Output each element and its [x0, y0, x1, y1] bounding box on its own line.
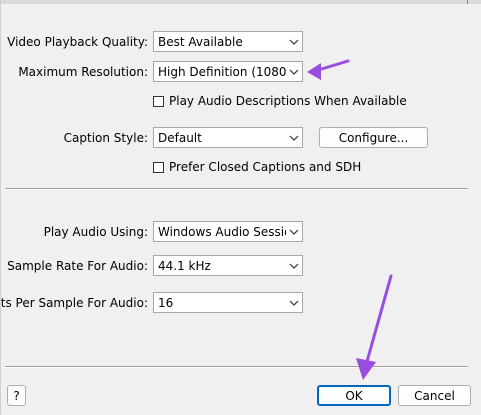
play-audio-using-value: Windows Audio Session — [158, 224, 286, 239]
chevron-down-icon — [286, 256, 302, 275]
video-quality-value: Best Available — [158, 34, 243, 49]
max-resolution-label: Maximum Resolution: — [18, 65, 148, 79]
checkbox-box[interactable] — [153, 95, 164, 107]
configure-button[interactable]: Configure... — [319, 127, 428, 148]
closed-captions-sdh-checkbox[interactable]: Prefer Closed Captions and SDH — [153, 160, 361, 174]
sample-rate-value: 44.1 kHz — [158, 258, 211, 273]
audio-descriptions-checkbox[interactable]: Play Audio Descriptions When Available — [153, 94, 407, 108]
caption-style-value: Default — [158, 130, 202, 145]
closed-captions-sdh-label: Prefer Closed Captions and SDH — [169, 160, 362, 174]
footer-divider — [5, 366, 468, 368]
video-quality-label: Video Playback Quality: — [7, 35, 148, 49]
bits-per-sample-select[interactable]: 16 — [153, 292, 303, 313]
playback-preferences-dialog: Video Playback Quality: Best Available M… — [0, 0, 481, 415]
window-top-edge — [1, 0, 481, 4]
chevron-down-icon — [286, 32, 302, 51]
help-button[interactable]: ? — [7, 385, 26, 406]
play-audio-using-label: Play Audio Using: — [43, 225, 148, 239]
video-quality-select[interactable]: Best Available — [153, 31, 303, 52]
bits-per-sample-value: 16 — [158, 295, 174, 310]
sample-rate-select[interactable]: 44.1 kHz — [153, 255, 303, 276]
checkbox-box[interactable] — [153, 161, 164, 173]
max-resolution-select[interactable]: High Definition (1080p) — [153, 61, 303, 82]
sample-rate-label: Sample Rate For Audio: — [7, 259, 148, 273]
section-divider — [5, 188, 468, 190]
chevron-down-icon — [286, 62, 302, 81]
caption-style-label: Caption Style: — [63, 131, 148, 145]
bits-per-sample-label: Bits Per Sample For Audio: — [0, 296, 148, 310]
play-audio-using-select[interactable]: Windows Audio Session — [153, 221, 303, 242]
chevron-down-icon — [286, 293, 302, 312]
audio-descriptions-label: Play Audio Descriptions When Available — [169, 94, 407, 108]
max-resolution-value: High Definition (1080p) — [158, 64, 286, 79]
caption-style-select[interactable]: Default — [153, 127, 303, 148]
ok-button[interactable]: OK — [317, 385, 391, 406]
cancel-button[interactable]: Cancel — [398, 385, 471, 406]
chevron-down-icon — [286, 128, 302, 147]
purple-arrow-icon — [307, 59, 350, 80]
chevron-down-icon — [286, 222, 302, 241]
